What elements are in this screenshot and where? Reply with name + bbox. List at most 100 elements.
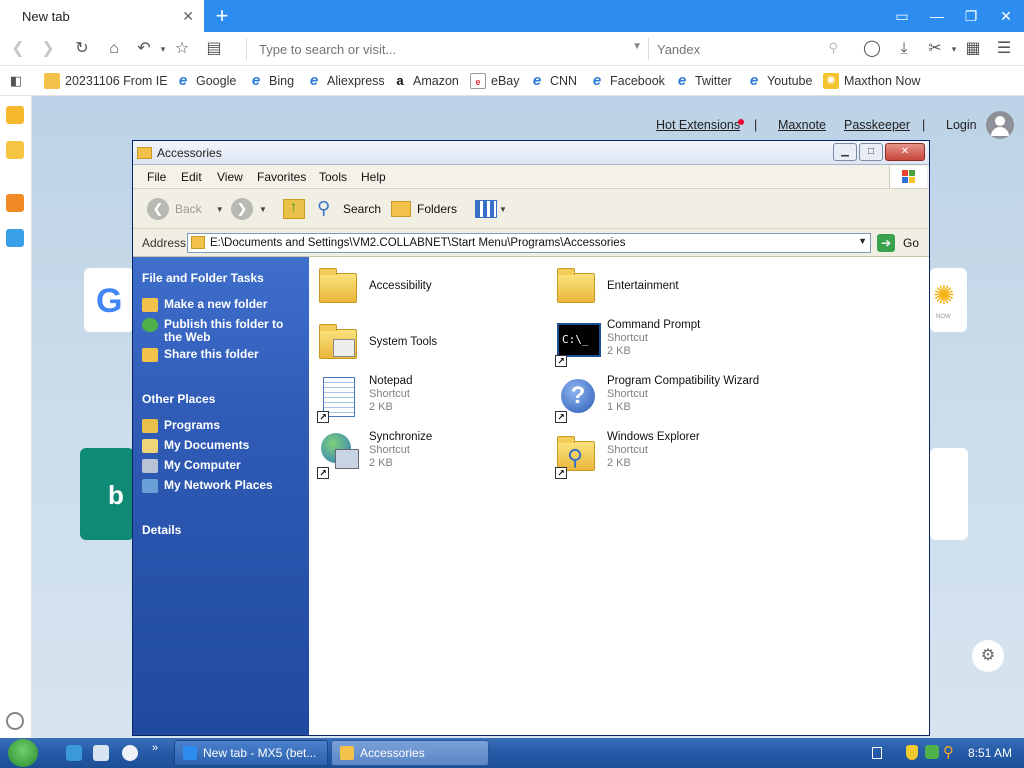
network-tray-icon[interactable] bbox=[925, 745, 939, 759]
taskbar-item-browser[interactable]: New tab - MX5 (bet... bbox=[174, 740, 328, 766]
folder-entertainment[interactable]: Entertainment bbox=[553, 263, 679, 311]
menu-edit[interactable]: Edit bbox=[181, 170, 202, 184]
bookmark-ebay[interactable]: e eBay bbox=[470, 73, 520, 89]
bookmark-youtube[interactable]: e Youtube bbox=[746, 73, 813, 89]
maxnote-link[interactable]: Maxnote bbox=[778, 118, 826, 132]
file-folder-tasks-header[interactable]: File and Folder Tasks bbox=[142, 271, 264, 285]
programs-link[interactable]: Programs bbox=[142, 419, 220, 433]
undo-dropdown-icon[interactable]: ▾ bbox=[153, 39, 173, 59]
page-settings-gear-icon[interactable]: ⚙ bbox=[972, 640, 1004, 672]
details-header[interactable]: Details bbox=[142, 523, 181, 537]
forward-arrow-icon[interactable]: ❯ bbox=[38, 39, 58, 59]
bookmark-facebook[interactable]: e Facebook bbox=[589, 73, 665, 89]
shortcut-synchronize[interactable]: ↗ Synchronize Shortcut 2 KB bbox=[315, 431, 432, 479]
menu-help[interactable]: Help bbox=[361, 170, 386, 184]
views-button[interactable]: ▼ bbox=[475, 197, 507, 221]
login-link[interactable]: Login bbox=[946, 118, 977, 132]
bookmark-folder-20231106[interactable]: 20231106 From IE bbox=[44, 73, 168, 89]
share-folder-link[interactable]: Share this folder bbox=[142, 348, 259, 362]
bookmark-aliexpress[interactable]: e Aliexpress bbox=[306, 73, 385, 89]
my-network-places-link[interactable]: My Network Places bbox=[142, 479, 273, 493]
reload-icon[interactable]: ↻ bbox=[72, 39, 92, 59]
sidebar-toggle-icon[interactable]: ▭ bbox=[892, 6, 912, 26]
address-input[interactable] bbox=[210, 235, 840, 251]
bookmark-twitter[interactable]: e Twitter bbox=[674, 73, 732, 89]
explorer-minimize-button[interactable]: ▁ bbox=[833, 143, 857, 161]
shortcut-notepad[interactable]: ↗ Notepad Shortcut 2 KB bbox=[315, 375, 412, 423]
screenshot-icon[interactable]: ✂ bbox=[925, 39, 945, 59]
shield-tray-icon[interactable] bbox=[906, 745, 918, 760]
passkeeper-link[interactable]: Passkeeper bbox=[844, 118, 910, 132]
folders-button[interactable]: Folders bbox=[391, 197, 457, 221]
chat-icon[interactable]: ◯ bbox=[862, 39, 882, 59]
my-documents-link[interactable]: My Documents bbox=[142, 439, 249, 453]
forward-button[interactable]: ❯ ▼ bbox=[231, 197, 267, 221]
menu-file[interactable]: File bbox=[147, 170, 166, 184]
menu-icon[interactable]: ☰ bbox=[994, 39, 1014, 59]
screenshot-dropdown-icon[interactable]: ▾ bbox=[944, 39, 964, 59]
home-icon[interactable]: ⌂ bbox=[104, 39, 124, 59]
address-field[interactable]: ▼ bbox=[187, 233, 871, 253]
bookmark-maxthon-now[interactable]: ✺ Maxthon Now bbox=[823, 73, 920, 89]
shortcut-program-compatibility-wizard[interactable]: ? ↗ Program Compatibility Wizard Shortcu… bbox=[553, 375, 759, 423]
views-dropdown-icon[interactable]: ▼ bbox=[499, 205, 507, 214]
forward-dropdown-icon[interactable]: ▼ bbox=[259, 205, 267, 214]
new-tab-button[interactable]: + bbox=[212, 3, 232, 29]
up-folder-button[interactable]: ↑ bbox=[283, 197, 305, 221]
keyboard-tray-icon[interactable] bbox=[872, 747, 882, 759]
favorites-icon[interactable] bbox=[6, 106, 24, 124]
start-button[interactable] bbox=[8, 739, 38, 767]
url-dropdown-icon[interactable]: ▼ bbox=[632, 41, 642, 52]
back-button[interactable]: ❮ Back ▼ bbox=[147, 197, 224, 221]
close-window-icon[interactable]: ✕ bbox=[996, 6, 1016, 26]
chat-bubble-icon[interactable] bbox=[6, 229, 24, 247]
search-button[interactable]: ⚲ Search bbox=[317, 197, 381, 221]
shortcut-command-prompt[interactable]: C:\_ ↗ Command Prompt Shortcut 2 KB bbox=[553, 319, 700, 367]
back-arrow-icon[interactable]: ❮ bbox=[8, 39, 28, 59]
menu-favorites[interactable]: Favorites bbox=[257, 170, 306, 184]
tile-google[interactable]: G bbox=[84, 268, 134, 332]
favorite-star-icon[interactable]: ☆ bbox=[172, 39, 192, 59]
search-bar[interactable]: ⚲ bbox=[648, 38, 844, 60]
taskbar-item-accessories[interactable]: Accessories bbox=[331, 740, 489, 766]
rss-icon[interactable] bbox=[6, 194, 24, 212]
address-dropdown-icon[interactable]: ▼ bbox=[858, 236, 867, 246]
download-icon[interactable]: ⤓ bbox=[894, 39, 914, 59]
publish-folder-link[interactable]: Publish this folder to the Web bbox=[142, 318, 302, 344]
taskbar-clock[interactable]: 8:51 AM bbox=[968, 746, 1012, 760]
tab-new-tab[interactable]: New tab ✕ bbox=[0, 0, 204, 32]
undo-icon[interactable]: ↶ bbox=[134, 39, 154, 59]
menu-tools[interactable]: Tools bbox=[319, 170, 347, 184]
notes-icon[interactable] bbox=[6, 141, 24, 159]
bookmark-bing[interactable]: e Bing bbox=[248, 73, 294, 89]
make-new-folder-link[interactable]: Make a new folder bbox=[142, 298, 267, 312]
quicklaunch-more-icon[interactable]: » bbox=[152, 742, 158, 754]
settings-icon[interactable] bbox=[6, 712, 24, 730]
extensions-icon[interactable]: ▦ bbox=[963, 39, 983, 59]
bookmark-cnn[interactable]: e CNN bbox=[529, 73, 577, 89]
avatar[interactable] bbox=[986, 111, 1014, 139]
tile-maxthon-now[interactable]: ✺ NOW bbox=[930, 268, 967, 332]
desktop-quicklaunch-icon[interactable] bbox=[93, 745, 109, 761]
reader-icon[interactable]: ▤ bbox=[204, 39, 224, 59]
my-computer-link[interactable]: My Computer bbox=[142, 459, 241, 473]
url-bar[interactable]: ▼ bbox=[246, 38, 646, 60]
url-input[interactable] bbox=[247, 38, 627, 60]
tile-blank[interactable] bbox=[930, 448, 968, 540]
bookmark-google[interactable]: e Google bbox=[175, 73, 236, 89]
back-dropdown-icon[interactable]: ▼ bbox=[216, 205, 224, 214]
tab-close-icon[interactable]: ✕ bbox=[182, 8, 194, 25]
go-button[interactable]: ➔ Go bbox=[877, 233, 919, 253]
other-places-header[interactable]: Other Places bbox=[142, 392, 215, 406]
explorer-maximize-button[interactable]: □ bbox=[859, 143, 883, 161]
restore-icon[interactable]: ❐ bbox=[961, 6, 981, 26]
media-player-quicklaunch-icon[interactable] bbox=[122, 745, 138, 761]
bookmarks-sidebar-icon[interactable]: ◧ bbox=[6, 71, 26, 91]
shortcut-windows-explorer[interactable]: ⚲ ↗ Windows Explorer Shortcut 2 KB bbox=[553, 431, 700, 479]
explorer-title-bar[interactable]: Accessories ▁ □ ✕ bbox=[133, 141, 929, 165]
ie-quicklaunch-icon[interactable] bbox=[66, 745, 82, 761]
bookmark-amazon[interactable]: a Amazon bbox=[392, 73, 458, 89]
tile-bing[interactable]: b bbox=[80, 448, 134, 540]
search-tray-icon[interactable]: ⚲ bbox=[943, 743, 954, 761]
search-input[interactable] bbox=[649, 38, 819, 60]
